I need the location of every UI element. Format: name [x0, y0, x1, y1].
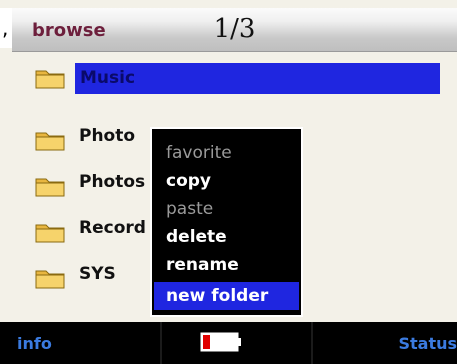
folder-label: Music	[80, 68, 136, 88]
device-screen: , browse 1/3 Music Photo Photos Record S…	[0, 0, 457, 364]
header-bar: browse 1/3	[12, 8, 457, 52]
menu-item-favorite[interactable]: favorite	[166, 143, 232, 163]
menu-item-rename[interactable]: rename	[166, 255, 239, 275]
folder-label: Photo	[79, 126, 136, 146]
folder-icon	[35, 132, 65, 151]
divider	[160, 322, 162, 364]
menu-item-paste[interactable]: paste	[166, 199, 213, 219]
menu-item-new-folder[interactable]: new folder	[154, 282, 299, 310]
folder-icon	[35, 270, 65, 289]
menu-item-delete[interactable]: delete	[166, 227, 227, 247]
folder-label: SYS	[79, 264, 116, 284]
info-softkey[interactable]: info	[17, 334, 52, 353]
battery-icon	[200, 332, 241, 352]
menu-item-copy[interactable]: copy	[166, 171, 211, 191]
folder-label: Photos	[79, 172, 146, 192]
folder-label: Record	[79, 218, 146, 238]
divider	[311, 322, 313, 364]
folder-icon	[35, 178, 65, 197]
status-softkey[interactable]: Status	[398, 334, 457, 353]
list-item-music[interactable]: Music	[0, 58, 457, 94]
softkey-bar: info Status	[0, 322, 457, 364]
folder-icon	[35, 224, 65, 243]
page-indicator: 1/3	[213, 14, 256, 44]
stray-comma: ,	[2, 16, 9, 40]
folder-icon	[35, 70, 65, 89]
context-menu: favorite copy paste delete rename new fo…	[150, 127, 303, 317]
